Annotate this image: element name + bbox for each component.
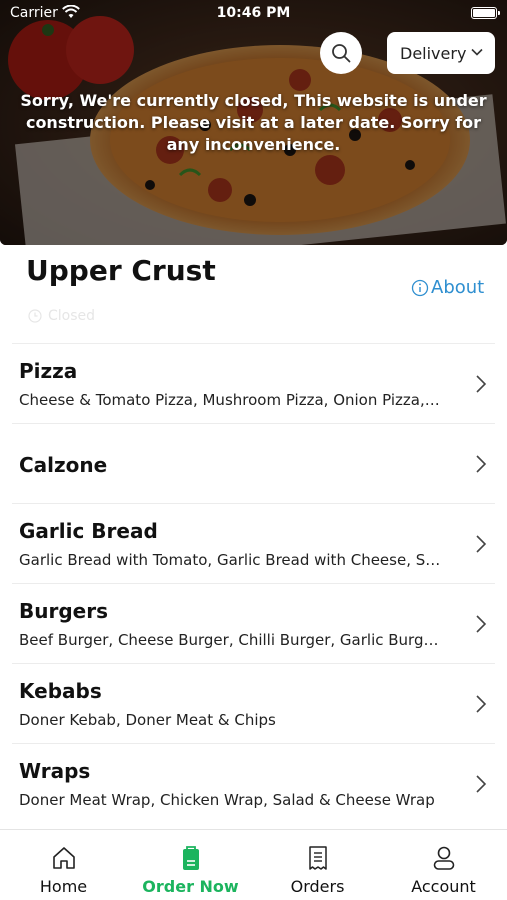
bottom-tab-bar: Home Order Now Orders Account [0,829,507,900]
clock-time: 10:46 PM [216,5,291,21]
clock-icon [28,309,42,323]
menu-category-garlic-bread[interactable]: Garlic Bread Garlic Bread with Tomato, G… [12,503,495,583]
category-name: Kebabs [19,679,102,703]
category-name: Wraps [19,759,91,783]
about-link[interactable]: About [411,277,484,298]
person-icon [433,846,454,870]
delivery-label: Delivery [400,43,467,63]
chevron-right-icon [476,375,487,393]
order-bag-icon [182,846,199,870]
menu-category-wraps[interactable]: Wraps Doner Meat Wrap, Chicken Wrap, Sal… [12,743,495,823]
chevron-right-icon [476,695,487,713]
status-bar: Carrier 10:46 PM [0,0,507,28]
chevron-right-icon [476,615,487,633]
menu-category-burgers[interactable]: Burgers Beef Burger, Cheese Burger, Chil… [12,583,495,663]
category-description: Doner Meat Wrap, Chicken Wrap, Salad & C… [19,791,435,809]
hero-banner: Carrier 10:46 PM Delivery Sorry, We're c… [0,0,507,245]
store-status-label: Closed [48,308,96,324]
battery-icon [471,7,500,19]
chevron-right-icon [476,775,487,793]
category-description: Doner Kebab, Doner Meat & Chips [19,711,276,729]
menu-category-list: Pizza Cheese & Tomato Pizza, Mushroom Pi… [0,343,507,823]
tab-account[interactable]: Account [380,830,507,900]
tab-orders[interactable]: Orders [254,830,381,900]
chevron-right-icon [476,455,487,473]
category-name: Burgers [19,599,108,623]
menu-category-calzone[interactable]: Calzone [12,423,495,503]
search-icon [332,44,351,63]
tab-label: Orders [290,877,345,896]
category-name: Garlic Bread [19,519,158,543]
category-description: Beef Burger, Cheese Burger, Chilli Burge… [19,631,439,649]
info-icon [411,279,429,296]
tab-order-now[interactable]: Order Now [127,830,254,900]
menu-category-pizza[interactable]: Pizza Cheese & Tomato Pizza, Mushroom Pi… [12,343,495,423]
tab-home[interactable]: Home [0,830,127,900]
receipt-icon [308,846,327,870]
store-title: Upper Crust [26,254,216,287]
store-status: Closed [28,308,95,324]
menu-category-kebabs[interactable]: Kebabs Doner Kebab, Doner Meat & Chips [12,663,495,743]
tab-label: Home [39,877,88,896]
delivery-selector[interactable]: Delivery [387,32,495,74]
chevron-down-icon [471,48,483,56]
tab-label: Account [411,877,476,896]
closed-message: Sorry, We're currently closed, This webs… [20,91,487,154]
home-icon [52,847,75,869]
tab-label: Order Now [142,877,239,896]
chevron-right-icon [476,535,487,553]
category-name: Calzone [19,453,108,477]
category-name: Pizza [19,359,78,383]
about-label: About [431,277,485,298]
category-description: Cheese & Tomato Pizza, Mushroom Pizza, O… [19,391,440,409]
category-description: Garlic Bread with Tomato, Garlic Bread w… [19,551,441,569]
search-button[interactable] [320,32,362,74]
